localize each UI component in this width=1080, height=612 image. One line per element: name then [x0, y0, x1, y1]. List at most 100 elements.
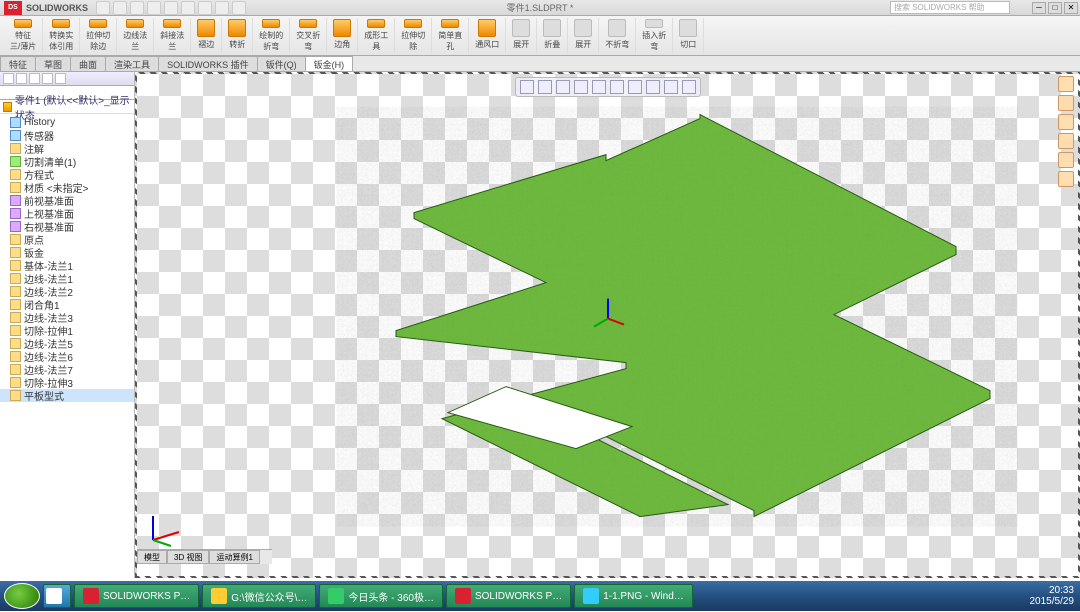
- search-input[interactable]: 搜索 SOLIDWORKS 帮助: [890, 1, 1010, 14]
- toolbar-button[interactable]: 拉伸切 除边: [80, 18, 117, 53]
- feature-node[interactable]: 切割清单(1): [0, 155, 134, 168]
- view-settings-icon[interactable]: [682, 80, 696, 94]
- toolbar-button[interactable]: 切口: [673, 18, 704, 53]
- command-tab[interactable]: 渲染工具: [105, 56, 159, 71]
- toolbar-button[interactable]: 边线法 兰: [117, 18, 154, 53]
- command-label: 绘制的 折弯: [259, 30, 283, 52]
- graphics-viewport[interactable]: 模型3D 视图运动算例1: [135, 72, 1080, 578]
- command-tab[interactable]: 钣金(H): [305, 56, 354, 71]
- maximize-icon[interactable]: □: [1048, 2, 1062, 14]
- feature-node[interactable]: 切除-拉伸3: [0, 376, 134, 389]
- feature-icon: [10, 156, 21, 167]
- design-lib-icon[interactable]: [1058, 95, 1074, 111]
- save-icon[interactable]: [130, 1, 144, 15]
- redo-icon[interactable]: [181, 1, 195, 15]
- section-icon[interactable]: [574, 80, 588, 94]
- toolbar-button[interactable]: 绘制的 折弯: [253, 18, 290, 53]
- fm-tab-icon[interactable]: [3, 73, 14, 84]
- system-tray[interactable]: 20:33 2015/5/29: [1030, 585, 1075, 607]
- open-icon[interactable]: [113, 1, 127, 15]
- document-title: 零件1.SLDPRT *: [507, 1, 574, 14]
- feature-node[interactable]: 右视基准面: [0, 220, 134, 233]
- feature-icon: [10, 364, 21, 375]
- prev-view-icon[interactable]: [556, 80, 570, 94]
- toolbar-button[interactable]: 转换实 体引用: [43, 18, 80, 53]
- feature-node[interactable]: 平板型式: [0, 389, 134, 402]
- feature-node[interactable]: 原点: [0, 233, 134, 246]
- taskbar-item[interactable]: 今日头条 - 360极…: [319, 584, 443, 608]
- toolbar-button[interactable]: 褶边: [191, 18, 222, 53]
- feature-icon: [10, 117, 21, 128]
- file-explorer-icon[interactable]: [1058, 114, 1074, 130]
- edit-appearance-icon[interactable]: [646, 80, 660, 94]
- fm-tab-icon[interactable]: [42, 73, 53, 84]
- undo-icon[interactable]: [164, 1, 178, 15]
- zoom-fit-icon[interactable]: [520, 80, 534, 94]
- command-tab[interactable]: 曲面: [70, 56, 106, 71]
- view-orient-icon[interactable]: [592, 80, 606, 94]
- custom-props-icon[interactable]: [1058, 171, 1074, 187]
- options-icon[interactable]: [215, 1, 229, 15]
- motion-tab[interactable]: 模型: [137, 550, 167, 564]
- feature-icon: [10, 221, 21, 232]
- command-icon: [333, 19, 351, 37]
- feature-node[interactable]: 边线-法兰2: [0, 285, 134, 298]
- print-icon[interactable]: [147, 1, 161, 15]
- taskbar-item[interactable]: 1-1.PNG - Wind…: [574, 584, 693, 608]
- toolbar-button[interactable]: 展开: [506, 18, 537, 53]
- toolbar-button[interactable]: 成形工 具: [358, 18, 395, 53]
- new-icon[interactable]: [96, 1, 110, 15]
- appearances-icon[interactable]: [1058, 152, 1074, 168]
- command-tabs: 特征草图曲面渲染工具SOLIDWORKS 插件钣件(Q)钣金(H): [0, 56, 1080, 72]
- toolbar-button[interactable]: 通风口: [469, 18, 506, 53]
- close-icon[interactable]: ✕: [1064, 2, 1078, 14]
- feature-icon: [10, 338, 21, 349]
- taskbar-item[interactable]: SOLIDWORKS P…: [446, 584, 571, 608]
- toolbar-button[interactable]: 折叠: [537, 18, 568, 53]
- taskbar-pinned[interactable]: [43, 584, 71, 608]
- feature-icon: [10, 169, 21, 180]
- fm-tab-icon[interactable]: [55, 73, 66, 84]
- fm-tab-icon[interactable]: [16, 73, 27, 84]
- start-button[interactable]: [4, 583, 40, 609]
- motion-tab[interactable]: 3D 视图: [167, 550, 209, 564]
- settings-icon[interactable]: [232, 1, 246, 15]
- toolbar-button[interactable]: 转折: [222, 18, 253, 53]
- apply-scene-icon[interactable]: [664, 80, 678, 94]
- command-label: 转折: [229, 39, 245, 50]
- command-icon: [89, 19, 107, 28]
- fm-tab-icon[interactable]: [29, 73, 40, 84]
- minimize-icon[interactable]: ─: [1032, 2, 1046, 14]
- feature-tree: History传感器注解切割清单(1)方程式材质 <未指定>前视基准面上视基准面…: [0, 114, 134, 404]
- toolbar-button[interactable]: 简单直 孔: [432, 18, 469, 53]
- taskbar-item[interactable]: G:\微信公众号\…: [202, 584, 316, 608]
- toolbar-button[interactable]: 不折弯: [599, 18, 636, 53]
- toolbar-button[interactable]: 插入折 弯: [636, 18, 673, 53]
- toolbar-button[interactable]: 交叉折 弯: [290, 18, 327, 53]
- toolbar-button[interactable]: 斜接法 兰: [154, 18, 191, 53]
- command-tab[interactable]: SOLIDWORKS 插件: [158, 56, 258, 71]
- zoom-area-icon[interactable]: [538, 80, 552, 94]
- resources-icon[interactable]: [1058, 76, 1074, 92]
- toolbar-button[interactable]: 特征 三/薄片: [4, 18, 43, 53]
- view-palette-icon[interactable]: [1058, 133, 1074, 149]
- toolbar-button[interactable]: 展开: [568, 18, 599, 53]
- taskbar-item[interactable]: SOLIDWORKS P…: [74, 584, 199, 608]
- fm-root[interactable]: 零件1 (默认<<默认>_显示状态: [0, 100, 134, 114]
- command-tab[interactable]: 特征: [0, 56, 36, 71]
- feature-node[interactable]: 传感器: [0, 129, 134, 142]
- toolbar-button[interactable]: 拉伸切 除: [395, 18, 432, 53]
- rebuild-icon[interactable]: [198, 1, 212, 15]
- command-tab[interactable]: 草图: [35, 56, 71, 71]
- motion-tab[interactable]: 运动算例1: [209, 550, 259, 564]
- command-icon: [574, 19, 592, 37]
- feature-icon: [10, 286, 21, 297]
- hide-show-icon[interactable]: [628, 80, 642, 94]
- command-tab[interactable]: 钣件(Q): [257, 56, 306, 71]
- toolbar-button[interactable]: 边角: [327, 18, 358, 53]
- display-style-icon[interactable]: [610, 80, 624, 94]
- app-icon: [46, 588, 62, 604]
- part-icon: [3, 102, 12, 112]
- feature-icon: [10, 208, 21, 219]
- command-icon: [367, 19, 385, 28]
